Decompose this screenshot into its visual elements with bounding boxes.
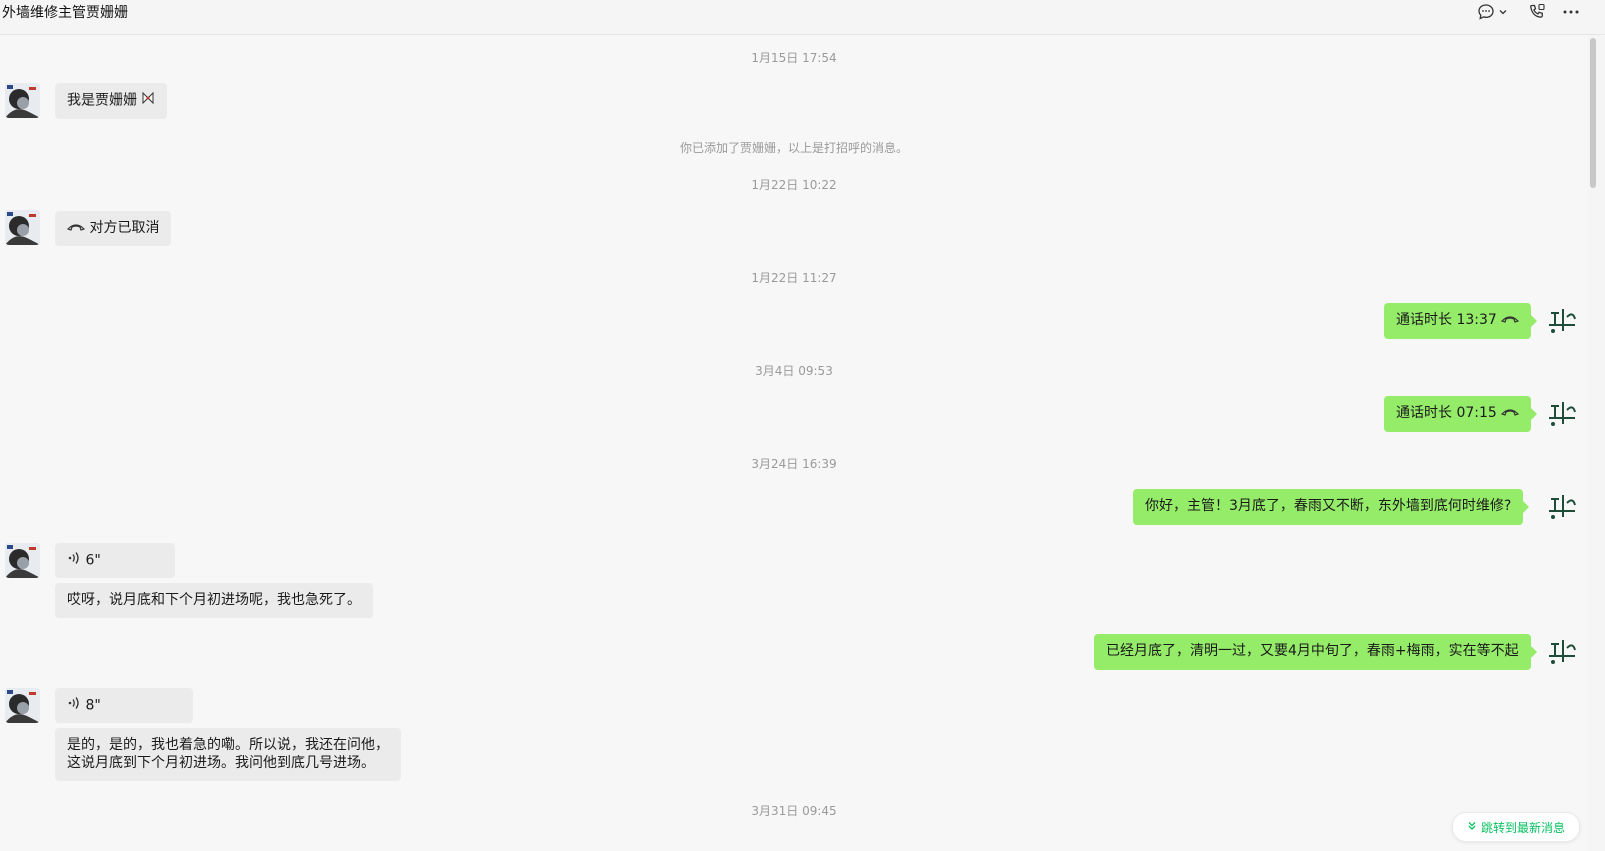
title-bar: 外墙维修主管贾姗姗 (0, 0, 1605, 35)
chat-title: 外墙维修主管贾姗姗 (2, 5, 128, 21)
outgoing-message[interactable]: 已经月底了，清明一过，又要4月中旬了，春雨+梅雨，实在等不起 (1094, 634, 1537, 670)
chat-bubble-icon[interactable] (1475, 2, 1497, 22)
hangup-icon (1501, 311, 1520, 329)
avatar[interactable] (5, 688, 40, 723)
timestamp: 3月4日 09:53 (755, 364, 833, 378)
message-text: 通话时长 13:37 (1396, 312, 1497, 328)
avatar[interactable] (5, 210, 40, 245)
timestamp: 1月22日 11:27 (751, 271, 837, 285)
message-text: 通话时长 07:15 (1396, 405, 1497, 421)
timestamp: 1月22日 10:22 (751, 178, 837, 192)
message-text-line: 这说月底到下个月初进场。我问他到底几号进场。 (67, 755, 375, 771)
scrollbar[interactable] (1589, 36, 1597, 851)
outgoing-call-message[interactable]: 通话时长 07:15 (1384, 396, 1538, 432)
outgoing-message[interactable]: 你好，主管！3月底了，春雨又不断，东外墙到底何时维修? (1133, 489, 1530, 525)
incoming-message[interactable]: 是的，是的，我也着急的嘞。所以说，我还在问他， 这说月底到下个月初进场。我问他到… (55, 728, 401, 781)
message-text-line: 是的，是的，我也着急的嘞。所以说，我还在问他， (67, 737, 389, 753)
timestamp: 1月15日 17:54 (751, 51, 837, 65)
my-avatar[interactable] (1545, 634, 1580, 669)
hangup-icon (66, 219, 86, 237)
message-text: 我是贾姗姗 (67, 92, 137, 109)
my-avatar[interactable] (1545, 396, 1580, 431)
phone-icon[interactable] (1526, 2, 1548, 22)
voice-wave-icon (67, 696, 81, 715)
timestamp: 3月24日 16:39 (751, 457, 837, 471)
outgoing-call-message[interactable]: 通话时长 13:37 (1384, 303, 1538, 339)
bow-emoji-icon (141, 91, 155, 110)
my-avatar[interactable] (1545, 303, 1580, 338)
voice-message[interactable]: 8" (55, 688, 193, 723)
message-text: 哎呀，说月底和下个月初进场呢，我也急死了。 (67, 592, 361, 608)
jump-to-latest-button[interactable]: 跳转到最新消息 (1452, 812, 1580, 842)
chevron-down-icon[interactable] (1497, 2, 1509, 22)
jump-label: 跳转到最新消息 (1480, 820, 1565, 835)
voice-message[interactable]: 6" (55, 543, 175, 578)
incoming-message[interactable]: 我是贾姗姗 (55, 83, 168, 119)
message-text: 已经月底了，清明一过，又要4月中旬了，春雨+梅雨，实在等不起 (1106, 643, 1519, 659)
double-chevron-down-icon (1467, 820, 1477, 834)
hangup-icon (1501, 404, 1520, 422)
voice-wave-icon (67, 551, 81, 570)
message-text: 你好，主管！3月底了，春雨又不断，东外墙到底何时维修? (1145, 498, 1512, 514)
message-text: 对方已取消 (89, 220, 160, 236)
my-avatar[interactable] (1545, 489, 1580, 524)
chat-history[interactable]: 1月15日 17:54 我是贾姗姗 你已添加了贾姗姗，以上是打招呼的消息。 1月… (0, 35, 1588, 851)
avatar[interactable] (5, 543, 40, 578)
scrollbar-thumb[interactable] (1590, 38, 1596, 188)
voice-duration: 6" (85, 552, 101, 569)
system-notice: 你已添加了贾姗姗，以上是打招呼的消息。 (679, 141, 908, 155)
timestamp: 3月31日 09:45 (751, 804, 837, 818)
avatar[interactable] (5, 83, 40, 118)
more-icon[interactable] (1560, 2, 1582, 22)
incoming-call-message[interactable]: 对方已取消 (55, 211, 172, 246)
voice-duration: 8" (85, 697, 101, 714)
incoming-message[interactable]: 哎呀，说月底和下个月初进场呢，我也急死了。 (55, 583, 373, 618)
